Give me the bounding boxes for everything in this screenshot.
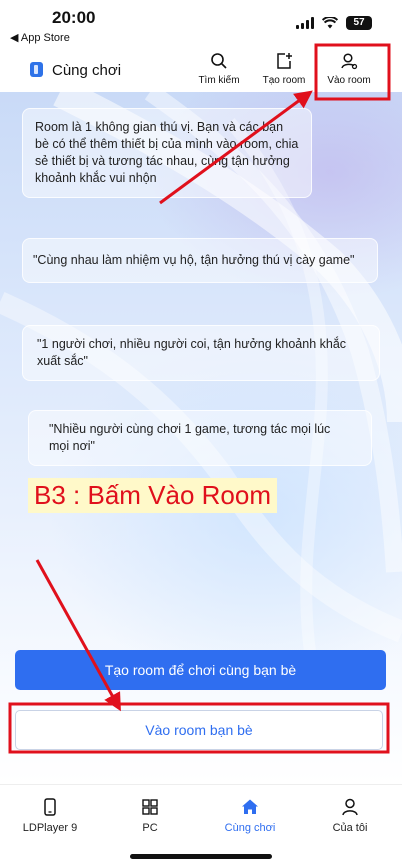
- battery-indicator: 57: [346, 16, 372, 30]
- wifi-icon: [322, 17, 338, 29]
- quote-bubble: "Cùng nhau làm nhiệm vụ hộ, tận hưởng th…: [22, 238, 378, 283]
- status-icons: 57: [296, 16, 372, 30]
- room-hero: Room là 1 không gian thú vị. Bạn và các …: [0, 92, 402, 784]
- tab-cung-choi[interactable]: Cùng chơi: [210, 797, 290, 834]
- join-friend-room-button[interactable]: Vào room bạn bè: [15, 710, 383, 750]
- search-icon: [211, 53, 227, 69]
- cellular-signal-icon: [296, 17, 314, 29]
- tab-ldplayer[interactable]: LDPlayer 9: [10, 797, 90, 834]
- app-store-back-link[interactable]: ◀ App Store: [10, 31, 70, 44]
- tab-cua-toi[interactable]: Của tôi: [310, 797, 390, 834]
- join-room-button[interactable]: Vào room: [318, 52, 380, 92]
- search-button[interactable]: Tìm kiếm: [188, 52, 250, 92]
- step-annotation: B3 : Bấm Vào Room: [28, 478, 277, 513]
- tab-label: LDPlayer 9: [22, 822, 78, 834]
- create-room-button[interactable]: Tạo room: [253, 52, 315, 92]
- status-bar: 20:00 ◀ App Store 57: [0, 0, 402, 48]
- windows-icon: [142, 799, 158, 815]
- tab-label: PC: [142, 822, 158, 834]
- create-room-icon: [277, 53, 292, 69]
- join-room-icon: [341, 53, 358, 70]
- search-button-label: Tìm kiếm: [198, 75, 240, 86]
- home-indicator: [130, 854, 272, 859]
- app-header: Cùng chơi Tìm kiếm Tạo room Vào room: [0, 48, 402, 92]
- app-logo-icon: [30, 62, 43, 77]
- quote-bubble: "1 người chơi, nhiều người coi, tận hưởn…: [22, 325, 380, 381]
- phone-icon: [44, 798, 56, 816]
- home-icon: [242, 799, 258, 814]
- create-room-with-friends-button[interactable]: Tạo room để chơi cùng bạn bè: [15, 650, 386, 690]
- page-title: Cùng chơi: [52, 62, 122, 79]
- create-room-button-label: Tạo room: [262, 75, 306, 86]
- room-intro-text: Room là 1 không gian thú vị. Bạn và các …: [22, 108, 312, 198]
- status-time: 20:00: [52, 8, 96, 27]
- join-room-button-label: Vào room: [327, 75, 371, 86]
- tab-pc[interactable]: PC: [110, 797, 190, 834]
- quote-bubble: "Nhiều người cùng chơi 1 game, tương tác…: [28, 410, 372, 466]
- tab-label: Cùng chơi: [224, 822, 276, 834]
- user-icon: [342, 798, 358, 816]
- tab-label: Của tôi: [332, 822, 368, 834]
